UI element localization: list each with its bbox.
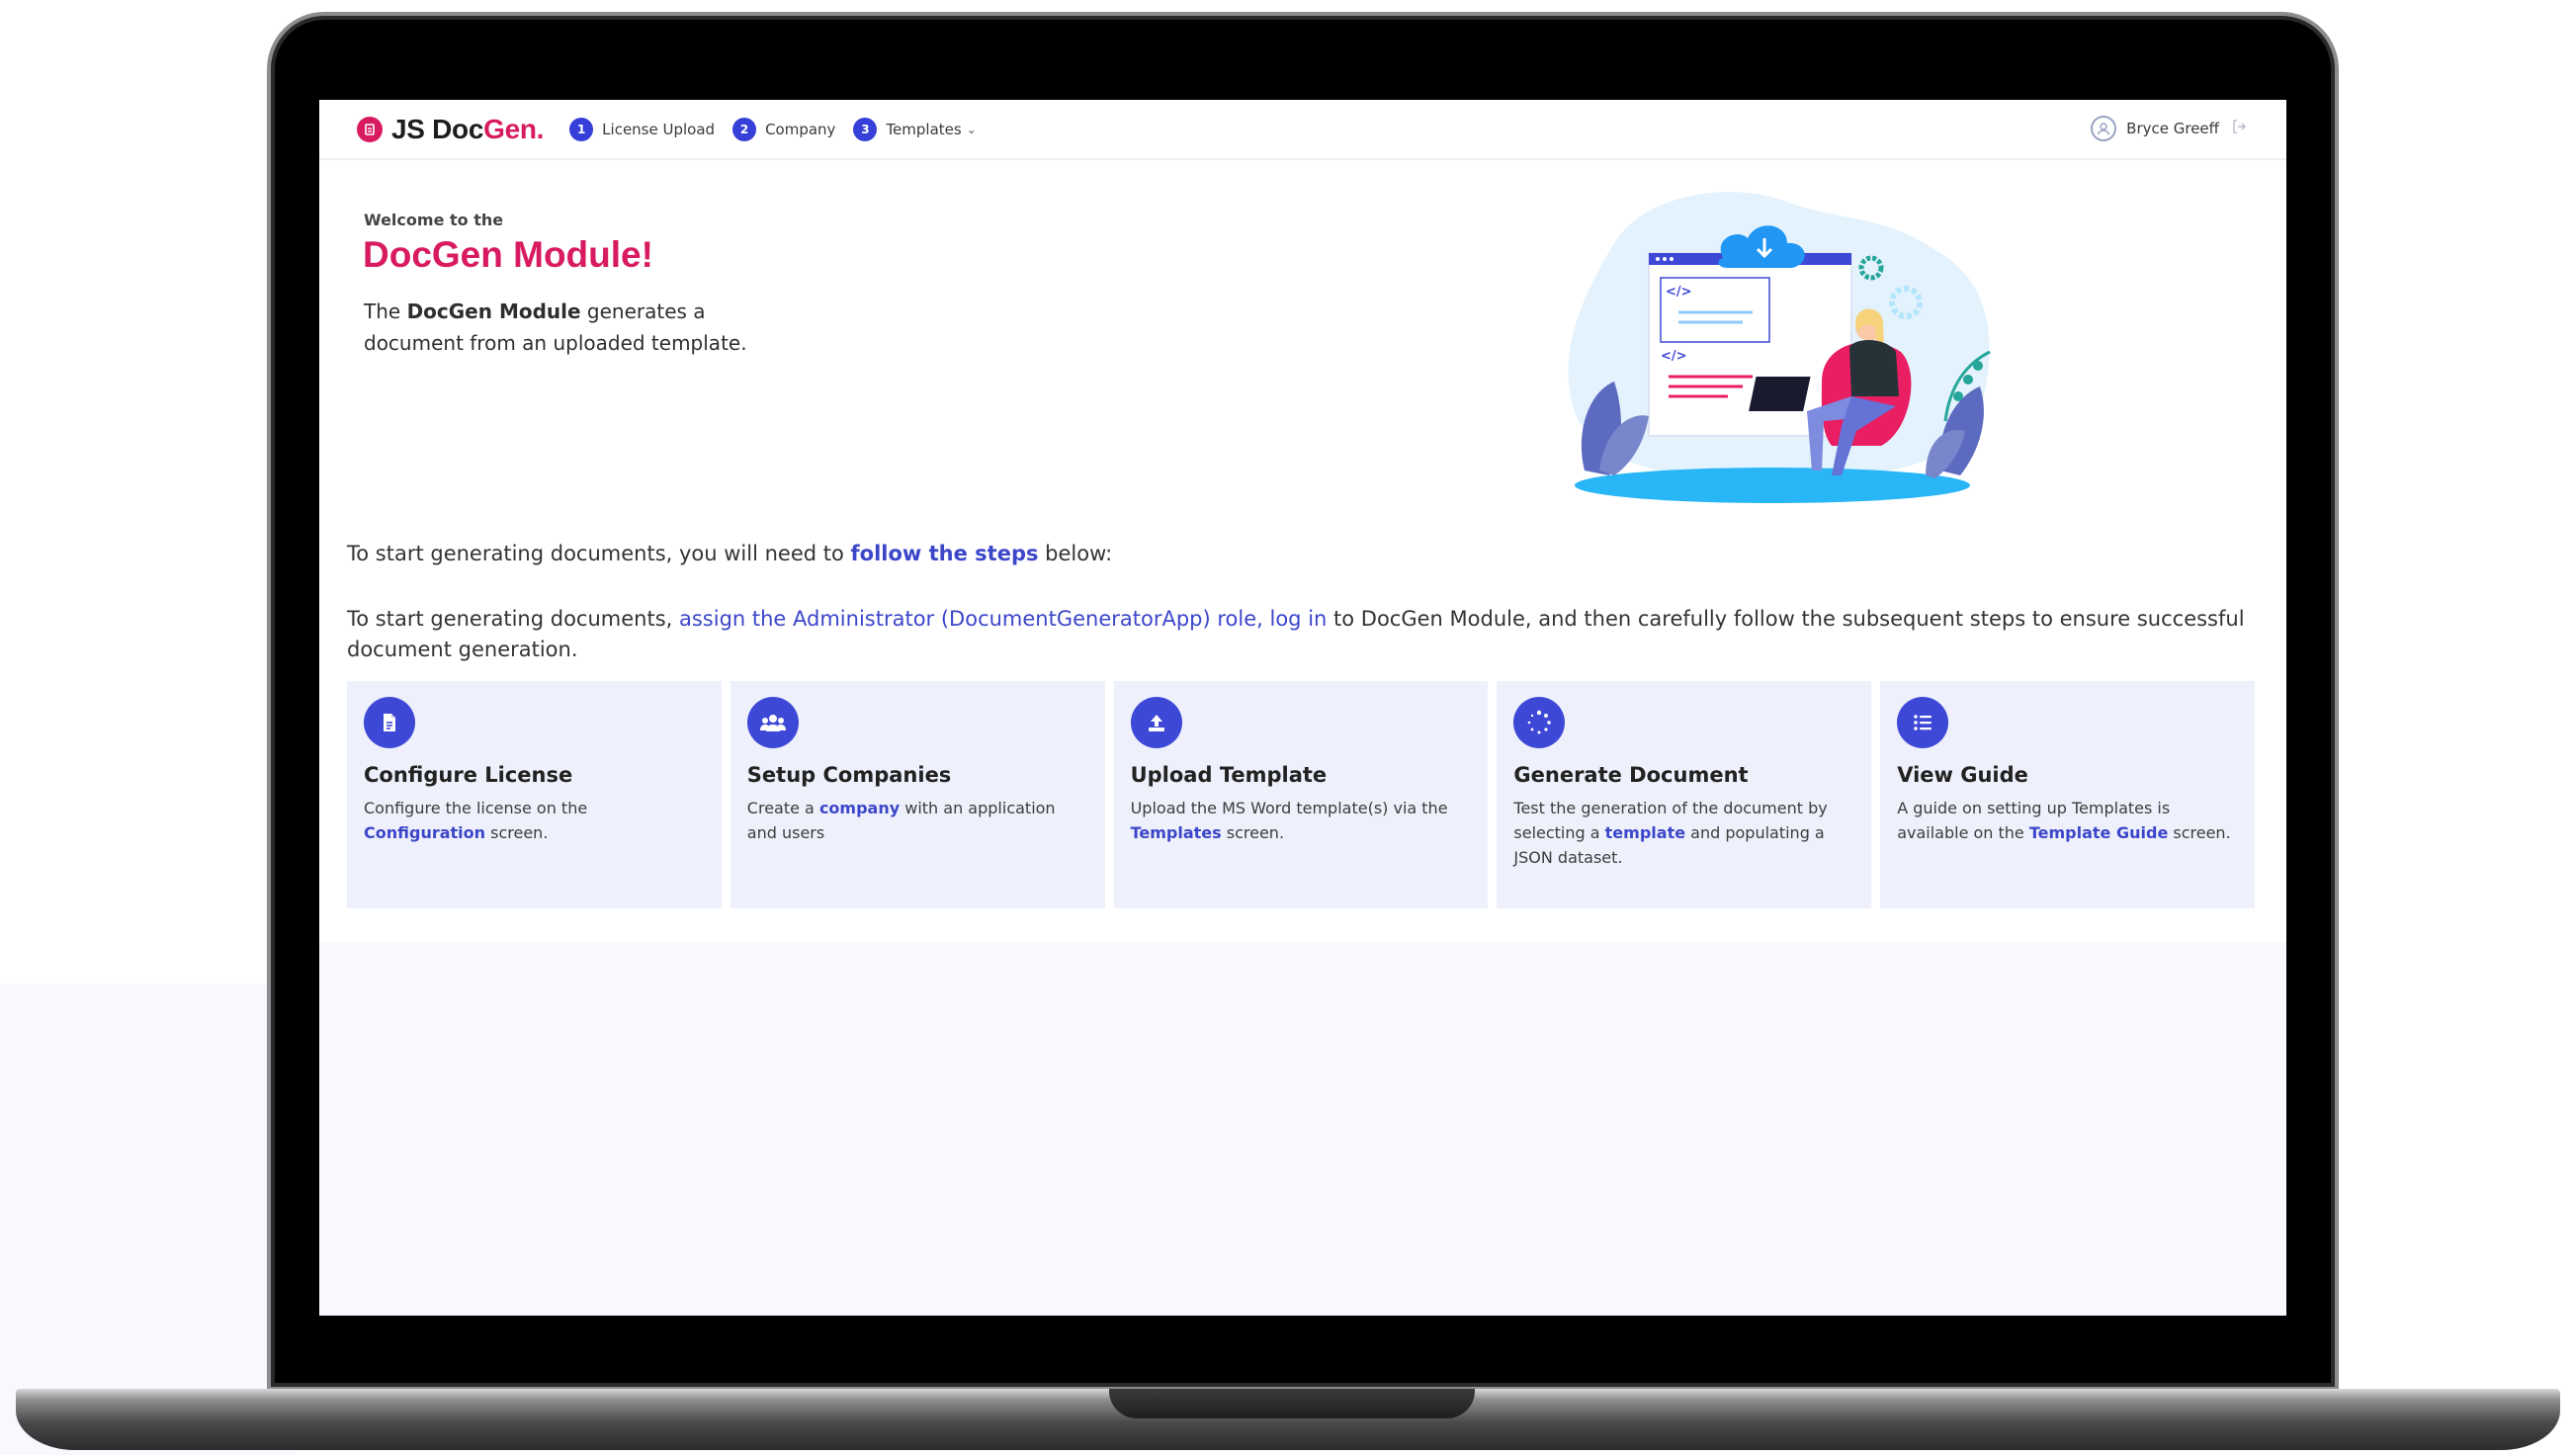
- step-nav: 1 License Upload 2 Company 3 Templates ⌄: [569, 117, 994, 141]
- template-link[interactable]: template: [1605, 823, 1685, 842]
- brand-logo[interactable]: JS DocGen.: [357, 114, 544, 145]
- svg-text:</>: </>: [1661, 349, 1687, 364]
- logout-icon[interactable]: [2231, 119, 2247, 138]
- card-title: Upload Template: [1130, 763, 1328, 787]
- hero-illustration: </> </>: [1568, 192, 1991, 503]
- card-text-post: screen.: [1221, 823, 1285, 842]
- step-label: License Upload: [602, 120, 716, 138]
- card-upload-template: Upload Template Upload the MS Word templ…: [1113, 681, 1489, 908]
- card-text-pre: Configure the license on the: [364, 799, 588, 817]
- svg-text:</>: </>: [1666, 285, 1692, 300]
- card-title: Generate Document: [1513, 763, 1749, 787]
- card-text: Configure the license on the Configurati…: [364, 796, 706, 845]
- welcome-subtitle: Welcome to the: [364, 211, 504, 229]
- intro-line-2: To start generating documents, assign th…: [347, 604, 2255, 665]
- top-navbar: JS DocGen. 1 License Upload 2 Company 3 …: [319, 100, 2286, 160]
- nav-step-company[interactable]: 2 Company: [732, 117, 836, 141]
- page-title: DocGen Module!: [363, 234, 653, 275]
- intro1-post: below:: [1038, 542, 1113, 565]
- template-guide-link[interactable]: Template Guide: [2029, 823, 2168, 842]
- page-background-panel: [0, 984, 297, 1455]
- card-text: Create a company with an application and…: [747, 796, 1089, 845]
- card-title: Configure License: [364, 763, 573, 787]
- brand-name-dark: JS Doc: [391, 113, 484, 144]
- step-cards: Configure License Configure the license …: [347, 681, 2255, 908]
- card-title: Setup Companies: [746, 763, 952, 787]
- users-icon: [746, 697, 799, 748]
- card-text-pre: Upload the MS Word template(s) via the: [1130, 799, 1448, 817]
- templates-link[interactable]: Templates: [1131, 823, 1222, 842]
- desc-bold: DocGen Module: [406, 300, 581, 323]
- brand-name: JS DocGen.: [391, 114, 544, 145]
- card-setup-companies: Setup Companies Create a company with an…: [730, 681, 1105, 908]
- card-text: Test the generation of the document by s…: [1513, 796, 1855, 870]
- card-text: Upload the MS Word template(s) via the T…: [1131, 796, 1473, 845]
- app-screen: JS DocGen. 1 License Upload 2 Company 3 …: [319, 100, 2286, 1316]
- footer-area: [319, 942, 2286, 1316]
- step-number-badge: 3: [853, 117, 878, 141]
- chevron-down-icon: ⌄: [966, 122, 977, 136]
- user-menu[interactable]: Bryce Greeff: [2091, 116, 2247, 141]
- intro-line-1: To start generating documents, you will …: [347, 542, 1112, 565]
- document-icon: [364, 697, 415, 748]
- user-name: Bryce Greeff: [2126, 120, 2219, 137]
- intro2-pre: To start generating documents,: [347, 607, 679, 631]
- intro1-pre: To start generating documents, you will …: [347, 542, 851, 565]
- nav-step-license-upload[interactable]: 1 License Upload: [569, 117, 716, 141]
- docgen-logo-icon: [357, 116, 383, 142]
- card-text-post: screen.: [485, 823, 549, 842]
- configuration-link[interactable]: Configuration: [364, 823, 485, 842]
- welcome-description: The DocGen Module generates a document f…: [364, 296, 779, 359]
- card-text-pre: Create a: [746, 799, 819, 817]
- company-link[interactable]: company: [819, 799, 900, 817]
- upload-icon: [1130, 697, 1182, 748]
- spinner-icon: [1513, 697, 1566, 748]
- card-text-post: screen.: [2168, 823, 2231, 842]
- brand-name-accent: Gen.: [483, 113, 545, 144]
- list-icon: [1897, 697, 1949, 748]
- card-generate-document: Generate Document Test the generation of…: [1497, 681, 1872, 908]
- step-label: Company: [765, 120, 836, 138]
- card-title: View Guide: [1897, 763, 2028, 787]
- nav-step-templates[interactable]: 3 Templates ⌄: [853, 117, 977, 141]
- card-view-guide: View Guide A guide on setting up Templat…: [1880, 681, 2255, 908]
- assign-role-link[interactable]: assign the Administrator (DocumentGenera…: [679, 607, 1327, 631]
- desc-pre: The: [364, 300, 407, 323]
- follow-steps-link[interactable]: follow the steps: [851, 542, 1039, 565]
- card-text: A guide on setting up Templates is avail…: [1897, 796, 2239, 845]
- user-avatar-icon: [2091, 116, 2117, 141]
- card-configure-license: Configure License Configure the license …: [347, 681, 722, 908]
- step-label: Templates: [886, 120, 962, 138]
- step-number-badge: 1: [569, 117, 594, 141]
- laptop-notch: [1109, 1389, 1475, 1418]
- step-number-badge: 2: [732, 117, 757, 141]
